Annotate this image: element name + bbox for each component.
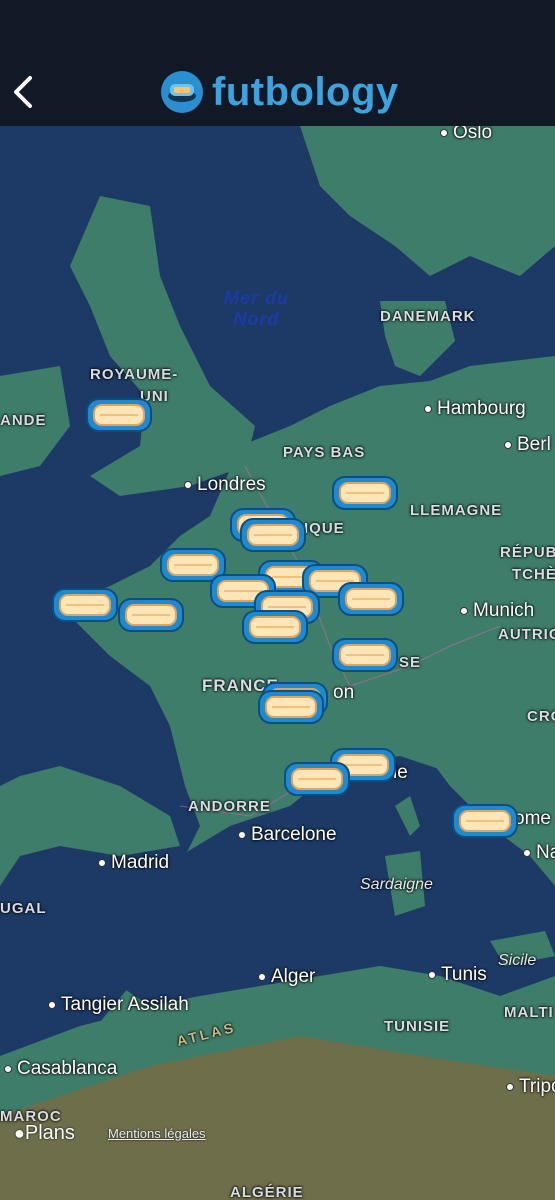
city-label: Oslo: [440, 126, 492, 144]
map-view[interactable]: Mer du Nord Oslo Hambourg Berl Londres Mu…: [0, 126, 555, 1200]
city-label: Casablanca: [4, 1058, 117, 1080]
country-label: AUTRIC: [498, 626, 555, 643]
stadium-icon: [284, 762, 350, 796]
stadium-icon: [332, 476, 398, 510]
country-label: LLEMAGNE: [410, 502, 503, 519]
city-label: on: [333, 682, 355, 703]
stadium-icon: [118, 598, 184, 632]
app-header: futbology: [0, 0, 555, 126]
country-label: UGAL: [0, 900, 47, 917]
country-label: TCHÈ: [512, 566, 555, 583]
stadium-pin[interactable]: [258, 688, 324, 726]
city-label: Madrid: [98, 852, 169, 874]
city-label: Alger: [258, 966, 315, 988]
city-label: Tripo: [506, 1076, 555, 1098]
country-label: PAYS BAS: [283, 444, 366, 461]
stadium-icon: [332, 638, 398, 672]
city-label: Tunis: [428, 964, 487, 986]
chevron-left-icon: [14, 76, 32, 108]
maps-attribution: ●Plans: [14, 1122, 75, 1144]
island-label: Sicile: [498, 952, 537, 969]
country-label: SE: [399, 654, 422, 671]
country-label: ROYAUME-: [90, 366, 179, 383]
country-label: RÉPUB: [500, 544, 555, 561]
stadium-icon: [258, 690, 324, 724]
stadium-icon: [452, 804, 518, 838]
stadium-icon: [161, 71, 203, 113]
country-label: TUNISIE: [384, 1018, 451, 1035]
stadium-icon: [338, 582, 404, 616]
stadium-pin[interactable]: [338, 580, 404, 618]
city-label: Tangier Assilah: [48, 994, 189, 1016]
stadium-icon: [242, 610, 308, 644]
city-label: Munich: [460, 600, 534, 622]
country-label: ANDORRE: [188, 798, 271, 815]
stadium-pin[interactable]: [52, 586, 118, 624]
country-label: ANDE: [0, 412, 47, 429]
city-label: ome: [514, 808, 551, 829]
country-label: CRO: [527, 708, 555, 725]
city-label: Hambourg: [424, 398, 526, 420]
country-label: MALTI: [504, 1004, 554, 1021]
stadium-icon: [86, 398, 152, 432]
stadium-pin[interactable]: [332, 474, 398, 512]
country-label: DANEMARK: [380, 308, 476, 325]
island-label: Sardaigne: [360, 876, 433, 893]
country-label: ALGÉRIE: [230, 1184, 304, 1200]
apple-logo-icon: ●: [14, 1123, 25, 1143]
stadium-pin[interactable]: [240, 516, 306, 554]
back-button[interactable]: [8, 70, 40, 114]
city-label: Londres: [184, 474, 266, 496]
country-label: IQUE: [304, 520, 345, 537]
city-label: Berl: [504, 434, 551, 456]
stadium-pin[interactable]: [284, 760, 350, 798]
sea-label: Mer du Nord: [224, 288, 290, 329]
stadium-pin[interactable]: [452, 802, 518, 840]
stadium-pin[interactable]: [118, 596, 184, 634]
stadium-icon: [240, 518, 306, 552]
brand-name: futbology: [212, 70, 399, 114]
stadium-pin[interactable]: [86, 396, 152, 434]
stadium-pin[interactable]: [242, 608, 308, 646]
brand-logo: futbology: [160, 70, 399, 114]
legal-link[interactable]: Mentions légales: [108, 1126, 206, 1141]
stadium-icon: [52, 588, 118, 622]
city-label: Na: [523, 842, 555, 864]
stadium-pin[interactable]: [332, 636, 398, 674]
city-label: Barcelone: [238, 824, 337, 846]
